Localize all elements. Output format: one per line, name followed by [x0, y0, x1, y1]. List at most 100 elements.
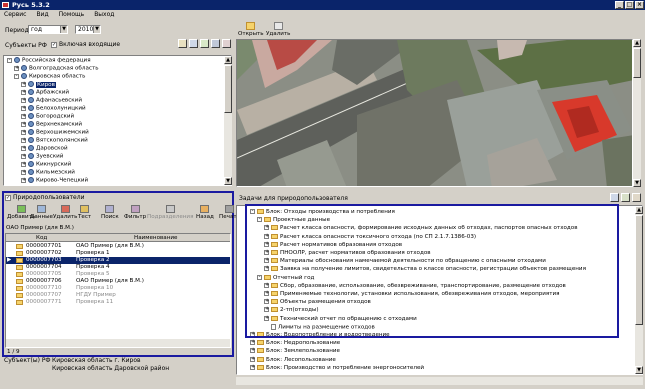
task-tree-item[interactable]: - Отчетный год: [237, 274, 314, 282]
expand-icon[interactable]: +: [264, 225, 269, 231]
column-name[interactable]: Наименование: [134, 234, 177, 242]
region-tree-item[interactable]: + Кикнурский: [4, 161, 71, 168]
menu-exit[interactable]: Выход: [94, 10, 114, 20]
scroll-thumb[interactable]: [633, 48, 641, 78]
scroll-up-icon[interactable]: ▲: [224, 56, 232, 64]
tasks-hscrollbar[interactable]: [236, 377, 643, 385]
table-row[interactable]: ▶ 0000007703 Проверка 2: [6, 257, 230, 264]
tasks-scrollbar[interactable]: ▲ ▼: [635, 206, 643, 374]
expand-icon[interactable]: +: [21, 137, 26, 143]
search-button[interactable]: Поиск: [101, 205, 119, 220]
collapse-icon[interactable]: -: [250, 209, 255, 214]
table-row[interactable]: 0000007771 Проверка 11: [6, 299, 230, 306]
period-select[interactable]: год ▼: [28, 25, 68, 34]
expand-icon[interactable]: +: [14, 65, 19, 71]
expand-icon[interactable]: +: [21, 121, 26, 127]
collapse-icon[interactable]: -: [14, 73, 19, 79]
departments-button[interactable]: Подразделения: [147, 205, 193, 220]
grid-icon[interactable]: [200, 39, 209, 48]
year-select[interactable]: 2010 ▼: [75, 25, 101, 34]
table-row[interactable]: 0000007702 Проверка 1: [6, 250, 230, 257]
region-tree-item[interactable]: + Кильмезский: [4, 169, 75, 176]
scroll-up-icon[interactable]: ▲: [635, 206, 643, 214]
expand-icon[interactable]: +: [21, 169, 26, 175]
delete-button[interactable]: Удалить: [266, 22, 290, 37]
tree-expand-icon[interactable]: [178, 39, 187, 48]
table-row[interactable]: 0000007707 НГДУ Пример: [6, 292, 230, 299]
expand-icon[interactable]: +: [21, 153, 26, 159]
list-icon[interactable]: [632, 193, 641, 202]
task-tree-item[interactable]: + Применяемые технологии, установки испол…: [237, 291, 560, 298]
table-row[interactable]: 0000007705 Проверка 5: [6, 271, 230, 278]
task-tree-item[interactable]: + Расчет нормативов образования отходов: [237, 241, 402, 249]
checkbox-checked-icon[interactable]: ✓: [5, 194, 11, 201]
task-tree-item[interactable]: + Материалы обоснования намечаемой деятел…: [237, 258, 546, 265]
expand-icon[interactable]: +: [21, 113, 26, 119]
expand-icon[interactable]: +: [21, 129, 26, 135]
delete-button[interactable]: Удалить: [53, 205, 77, 220]
expand-icon[interactable]: +: [21, 97, 26, 103]
task-tree-item[interactable]: + Расчет класса опасности токсичного отхо…: [237, 233, 476, 241]
expand-icon[interactable]: +: [21, 145, 26, 151]
expand-icon[interactable]: +: [264, 233, 269, 239]
grid-icon[interactable]: [621, 193, 630, 202]
region-tree-item[interactable]: + Киров: [4, 81, 56, 88]
expand-icon[interactable]: +: [21, 89, 26, 95]
scroll-thumb[interactable]: [635, 215, 643, 325]
task-tree-item[interactable]: +2-тп(отходы): [237, 307, 319, 314]
scroll-down-icon[interactable]: ▼: [224, 177, 232, 185]
expand-icon[interactable]: +: [264, 299, 269, 305]
region-tree-item[interactable]: + Зуевский: [4, 153, 63, 160]
expand-icon[interactable]: +: [21, 177, 26, 183]
table-row[interactable]: 0000007710 Проверка 10: [6, 285, 230, 292]
expand-icon[interactable]: +: [264, 291, 269, 296]
task-tree-item[interactable]: + ПНООЛР, расчет нормативов образования о…: [237, 250, 431, 257]
table-row[interactable]: 0000007704 Проверка 4: [6, 264, 230, 271]
test-button[interactable]: Тест: [78, 205, 91, 220]
region-tree-item[interactable]: + Волгоградская область: [4, 65, 99, 72]
open-button[interactable]: Открыть: [238, 22, 264, 37]
expand-icon[interactable]: +: [21, 81, 26, 87]
settings-icon[interactable]: [222, 39, 231, 48]
table-row[interactable]: 0000007706 ОАО Пример (для В.М.): [6, 278, 230, 285]
task-tree-item[interactable]: Лимиты на размещение отходов: [237, 323, 375, 331]
grid-hscrollbar[interactable]: [6, 339, 230, 347]
scroll-up-icon[interactable]: ▲: [633, 39, 641, 47]
region-tree-item[interactable]: + Богородский: [4, 113, 74, 120]
scroll-thumb[interactable]: [224, 65, 232, 113]
region-tree-item[interactable]: - Кировская область: [4, 73, 85, 80]
task-tree-item[interactable]: + Расчет класса опасности, формирование и…: [237, 225, 578, 232]
table-row[interactable]: 0000007701 ОАО Пример (для В.М.): [6, 243, 230, 250]
task-tree-item[interactable]: - Блок: Отходы производства и потребления: [237, 209, 395, 216]
expand-icon[interactable]: +: [264, 258, 269, 264]
back-button[interactable]: Назад: [196, 205, 214, 220]
expand-icon[interactable]: +: [21, 105, 26, 111]
expand-icon[interactable]: +: [21, 161, 26, 167]
expand-icon[interactable]: +: [250, 340, 255, 346]
expand-icon[interactable]: +: [264, 282, 269, 288]
expand-icon[interactable]: +: [250, 356, 255, 362]
region-tree-item[interactable]: + Кирово-Чепецкий: [4, 177, 88, 184]
task-tree-item[interactable]: + Блок: Недропользование: [237, 340, 340, 347]
expand-icon[interactable]: +: [264, 250, 269, 255]
menu-help[interactable]: Помощь: [59, 10, 85, 20]
task-tree-item[interactable]: + Технический отчет по обращению с отхода…: [237, 315, 417, 323]
task-tree-item[interactable]: - Проектные данные: [237, 217, 330, 224]
data-button[interactable]: Данные: [30, 205, 53, 220]
expand-icon[interactable]: +: [264, 315, 269, 321]
expand-icon[interactable]: +: [264, 241, 269, 247]
region-tree-item[interactable]: + Афанасьевский: [4, 97, 82, 104]
close-button[interactable]: ×: [635, 1, 644, 9]
column-code[interactable]: Код: [36, 234, 47, 242]
expand-icon[interactable]: +: [264, 266, 269, 272]
include-nested-checkbox[interactable]: ✓ Включая входящие: [51, 41, 120, 48]
region-tree-item[interactable]: + Арбажский: [4, 89, 69, 96]
region-tree-item[interactable]: - Российская федерация: [4, 57, 91, 64]
menu-view[interactable]: Вид: [36, 10, 48, 20]
task-tree-item[interactable]: + Блок: Водопотребление и водоотведение: [237, 332, 390, 339]
expand-icon[interactable]: +: [250, 332, 255, 337]
collapse-icon[interactable]: -: [257, 274, 262, 280]
maximize-button[interactable]: □: [625, 1, 634, 9]
collapse-icon[interactable]: -: [257, 217, 262, 223]
expand-icon[interactable]: +: [250, 364, 255, 370]
